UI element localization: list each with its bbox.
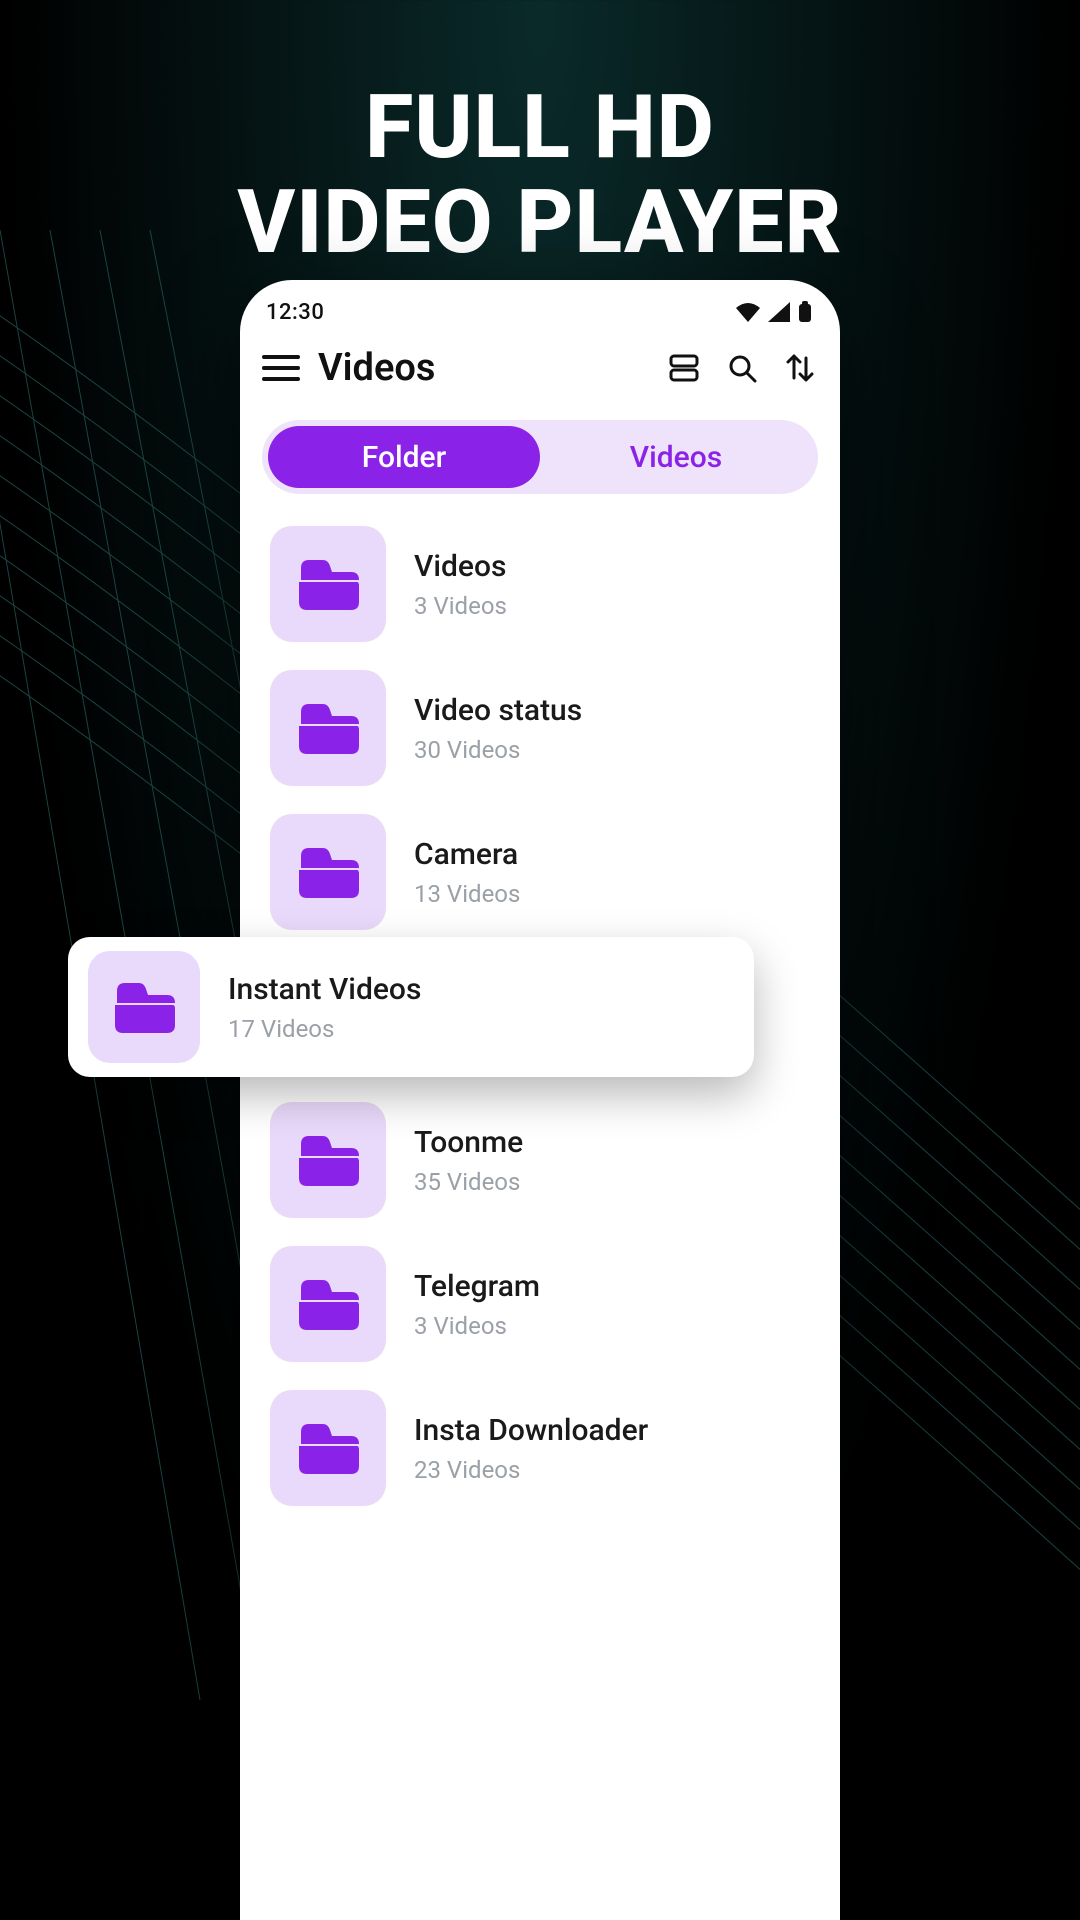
folder-icon-wrap <box>88 951 200 1063</box>
folder-item[interactable]: Videos 3 Videos <box>262 512 818 656</box>
folder-count: 17 Videos <box>228 1015 421 1043</box>
folder-name: Videos <box>414 549 507 584</box>
promo-line-1: FULL HD <box>0 80 1080 175</box>
folder-item[interactable]: Telegram 3 Videos <box>262 1232 818 1376</box>
search-icon <box>727 353 757 383</box>
folder-name: Instant Videos <box>228 972 421 1007</box>
folder-icon-wrap <box>270 1390 386 1506</box>
rows-icon <box>669 353 699 383</box>
wifi-icon <box>736 302 760 322</box>
folder-icon <box>297 558 359 610</box>
folder-name: Video status <box>414 693 582 728</box>
folder-count: 13 Videos <box>414 880 520 908</box>
folder-count: 3 Videos <box>414 1312 540 1340</box>
folder-count: 23 Videos <box>414 1456 648 1484</box>
sort-button[interactable] <box>782 350 818 386</box>
search-button[interactable] <box>724 350 760 386</box>
folder-item[interactable]: Toonme 35 Videos <box>262 1088 818 1232</box>
folder-name: Toonme <box>414 1125 523 1160</box>
tab-videos[interactable]: Videos <box>540 426 812 488</box>
folder-icon-wrap <box>270 814 386 930</box>
folder-icon <box>297 1422 359 1474</box>
status-time: 12:30 <box>266 300 324 325</box>
status-bar: 12:30 <box>240 280 840 334</box>
folder-count: 30 Videos <box>414 736 582 764</box>
status-icons <box>736 301 812 323</box>
folder-count: 3 Videos <box>414 592 507 620</box>
folder-item[interactable]: Video status 30 Videos <box>262 656 818 800</box>
folder-count: 35 Videos <box>414 1168 523 1196</box>
folder-icon <box>297 1278 359 1330</box>
folder-name: Telegram <box>414 1269 540 1304</box>
folder-icon <box>297 846 359 898</box>
folder-icon <box>297 702 359 754</box>
signal-icon <box>768 302 790 322</box>
menu-button[interactable] <box>262 349 300 387</box>
folder-name: Camera <box>414 837 520 872</box>
folder-icon <box>297 1134 359 1186</box>
sort-icon <box>785 352 815 384</box>
folder-icon-wrap <box>270 1246 386 1362</box>
tabs: Folder Videos <box>262 420 818 494</box>
folder-icon-wrap <box>270 670 386 786</box>
folder-icon-wrap <box>270 1102 386 1218</box>
phone-frame: 12:30 Videos Folder Videos <box>240 280 840 1920</box>
promo-line-2: VIDEO PLAYER <box>0 175 1080 270</box>
app-header: Videos <box>240 334 840 410</box>
tab-folder[interactable]: Folder <box>268 426 540 488</box>
folder-item-highlighted[interactable]: Instant Videos 17 Videos <box>68 937 754 1077</box>
folder-icon <box>113 981 175 1033</box>
promo-title: FULL HD VIDEO PLAYER <box>0 0 1080 270</box>
folder-name: Insta Downloader <box>414 1413 648 1448</box>
folder-item[interactable]: Insta Downloader 23 Videos <box>262 1376 818 1520</box>
folder-icon-wrap <box>270 526 386 642</box>
layout-toggle-button[interactable] <box>666 350 702 386</box>
folder-item[interactable]: Camera 13 Videos <box>262 800 818 944</box>
page-title: Videos <box>318 346 648 390</box>
battery-icon <box>798 301 812 323</box>
